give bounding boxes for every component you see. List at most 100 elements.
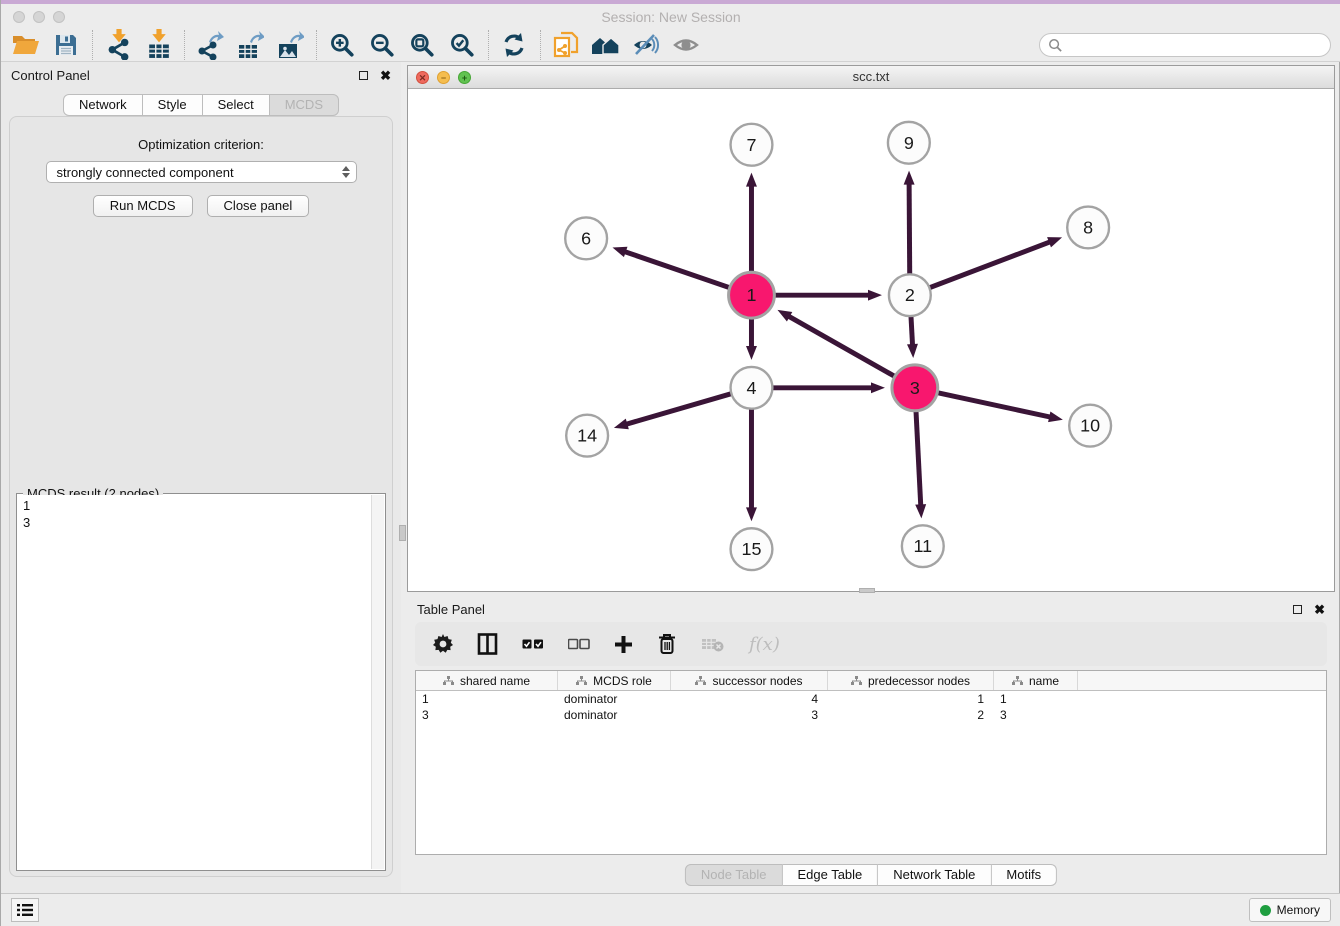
node-7[interactable]: 7 <box>731 124 773 166</box>
show-graphics-details-icon[interactable] <box>669 30 703 60</box>
column-header-MCDS-role[interactable]: MCDS role <box>558 671 671 690</box>
splitter-grip-vertical[interactable] <box>399 525 406 541</box>
toggle-columns-icon[interactable] <box>477 633 498 655</box>
function-builder-icon: f(x) <box>749 634 780 655</box>
cell[interactable]: 3 <box>416 707 558 723</box>
node-11[interactable]: 11 <box>902 525 944 567</box>
float-panel-icon[interactable] <box>1293 605 1302 614</box>
hierarchy-icon <box>576 676 587 686</box>
network-title: scc.txt <box>408 69 1334 84</box>
cell[interactable]: 3 <box>671 707 828 723</box>
hierarchy-icon <box>1012 676 1023 686</box>
node-6[interactable]: 6 <box>565 217 607 259</box>
memory-label: Memory <box>1277 903 1320 917</box>
cell[interactable]: 1 <box>416 691 558 707</box>
criterion-dropdown[interactable]: strongly connected component <box>46 161 357 183</box>
export-image-icon[interactable] <box>273 30 307 60</box>
tab-style[interactable]: Style <box>143 94 203 116</box>
cell[interactable]: 3 <box>994 707 1078 723</box>
control-panel: Control Panel ✖ Network Style Select MCD… <box>1 62 401 893</box>
mcds-result-box: MCDS result (2 nodes) 1 3 <box>16 493 386 871</box>
hierarchy-icon <box>695 676 706 686</box>
export-network-icon[interactable] <box>193 30 227 60</box>
cell[interactable]: dominator <box>558 691 671 707</box>
network-window-titlebar[interactable]: ✕ − + scc.txt <box>408 66 1334 89</box>
select-all-columns-icon[interactable] <box>522 638 544 650</box>
delete-column-icon[interactable] <box>657 633 677 655</box>
deselect-all-columns-icon[interactable] <box>568 638 590 650</box>
result-scrollbar[interactable] <box>371 495 384 869</box>
cell[interactable]: 1 <box>994 691 1078 707</box>
mcds-result-text[interactable]: 1 3 <box>18 495 371 869</box>
svg-text:7: 7 <box>746 135 756 155</box>
titlebar: Session: New Session <box>1 0 1340 28</box>
control-panel-tabs: Network Style Select MCDS <box>1 94 401 116</box>
search-input[interactable] <box>1063 35 1330 55</box>
table-row-1[interactable]: 1dominator411 <box>416 691 1326 707</box>
home-view-icon[interactable] <box>589 30 623 60</box>
node-15[interactable]: 15 <box>731 528 773 570</box>
column-header-predecessor-nodes[interactable]: predecessor nodes <box>828 671 994 690</box>
node-3[interactable]: 3 <box>892 365 938 411</box>
svg-text:9: 9 <box>904 133 914 153</box>
list-icon <box>16 902 34 918</box>
svg-text:2: 2 <box>905 285 915 305</box>
open-session-icon[interactable] <box>9 30 43 60</box>
settings-gear-icon[interactable] <box>433 634 453 654</box>
network-view-window: ✕ − + scc.txt 7 9 6 8 1 2 4 3 14 10 15 11 <box>407 65 1335 592</box>
hierarchy-icon <box>443 676 454 686</box>
toolbar-separator <box>316 30 317 60</box>
node-14[interactable]: 14 <box>566 415 608 457</box>
column-header-successor-nodes[interactable]: successor nodes <box>671 671 828 690</box>
memory-button[interactable]: Memory <box>1249 898 1331 922</box>
column-header-shared-name[interactable]: shared name <box>416 671 558 690</box>
node-4[interactable]: 4 <box>731 367 773 409</box>
node-9[interactable]: 9 <box>888 122 930 164</box>
node-1[interactable]: 1 <box>729 272 775 318</box>
toolbar-separator <box>92 30 93 60</box>
network-canvas[interactable]: 7 9 6 8 1 2 4 3 14 10 15 11 <box>408 89 1334 591</box>
edge-2-8[interactable] <box>910 237 1062 295</box>
node-8[interactable]: 8 <box>1067 207 1109 249</box>
export-table-icon[interactable] <box>233 30 267 60</box>
node-10[interactable]: 10 <box>1069 405 1111 447</box>
run-mcds-button[interactable]: Run MCDS <box>93 195 193 217</box>
import-table-icon[interactable] <box>141 30 175 60</box>
network-from-file-icon[interactable] <box>549 30 583 60</box>
zoom-in-icon[interactable] <box>325 30 359 60</box>
close-panel-icon[interactable]: ✖ <box>1314 603 1325 616</box>
search-field[interactable] <box>1039 33 1331 57</box>
tab-network[interactable]: Network <box>63 94 143 116</box>
criterion-value: strongly connected component <box>57 165 340 180</box>
tab-edge-table[interactable]: Edge Table <box>782 864 878 886</box>
refresh-icon[interactable] <box>497 30 531 60</box>
cell[interactable]: dominator <box>558 707 671 723</box>
tab-motifs[interactable]: Motifs <box>991 864 1057 886</box>
table-row-2[interactable]: 3dominator323 <box>416 707 1326 723</box>
cell[interactable]: 4 <box>671 691 828 707</box>
add-column-icon[interactable] <box>614 635 633 654</box>
close-panel-button[interactable]: Close panel <box>207 195 310 217</box>
node-2[interactable]: 2 <box>889 274 931 316</box>
zoom-out-icon[interactable] <box>365 30 399 60</box>
tab-node-table[interactable]: Node Table <box>685 864 783 886</box>
svg-text:1: 1 <box>746 285 756 305</box>
cell[interactable]: 1 <box>828 691 994 707</box>
tab-network-table[interactable]: Network Table <box>878 864 991 886</box>
delete-table-icon[interactable] <box>701 636 725 652</box>
cell[interactable]: 2 <box>828 707 994 723</box>
graph[interactable]: 7 9 6 8 1 2 4 3 14 10 15 11 <box>408 89 1334 591</box>
tab-select[interactable]: Select <box>203 94 270 116</box>
zoom-selected-icon[interactable] <box>445 30 479 60</box>
tab-mcds[interactable]: MCDS <box>270 94 339 116</box>
save-session-icon[interactable] <box>49 30 83 60</box>
column-header-name[interactable]: name <box>994 671 1078 690</box>
hide-unhide-icon[interactable] <box>629 30 663 60</box>
task-history-button[interactable] <box>11 898 39 922</box>
import-network-icon[interactable] <box>101 30 135 60</box>
splitter-grip-horizontal[interactable] <box>859 588 875 593</box>
float-panel-icon[interactable] <box>359 71 368 80</box>
close-panel-icon[interactable]: ✖ <box>380 69 391 82</box>
zoom-fit-icon[interactable] <box>405 30 439 60</box>
session-title: Session: New Session <box>1 9 1340 25</box>
